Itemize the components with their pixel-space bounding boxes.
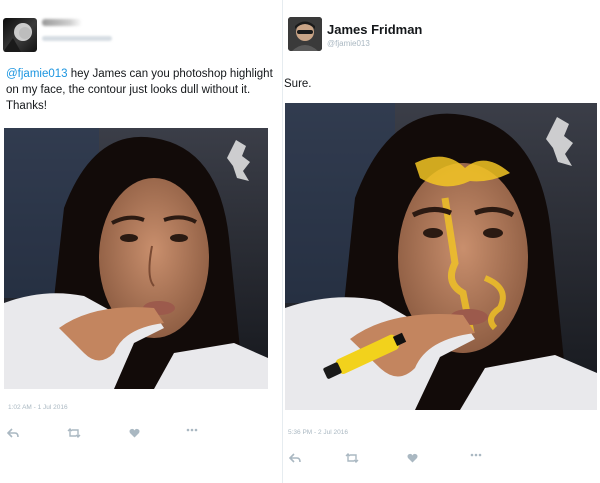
mention-link[interactable]: @fjamie013: [6, 68, 68, 80]
blurred-display-name: [42, 19, 82, 26]
tweet-text: Sure.: [284, 78, 312, 90]
retweet-icon[interactable]: [67, 428, 81, 438]
avatar[interactable]: [288, 17, 322, 51]
more-icon[interactable]: [470, 453, 482, 457]
reply-icon[interactable]: [7, 428, 19, 438]
reply-icon[interactable]: [289, 453, 301, 463]
tweet-photo[interactable]: [285, 103, 597, 410]
original-tweet: @fjamie013 hey James can you photoshop h…: [0, 0, 283, 483]
tweet-photo[interactable]: [4, 128, 268, 389]
retweet-icon[interactable]: [345, 453, 359, 463]
tweet-timestamp[interactable]: 5:36 PM - 2 Jul 2016: [288, 429, 348, 436]
avatar[interactable]: [3, 18, 37, 52]
display-name[interactable]: James Fridman: [327, 22, 422, 37]
more-icon[interactable]: [186, 428, 198, 432]
like-icon[interactable]: [407, 453, 418, 463]
user-handle[interactable]: @fjamie013: [327, 39, 370, 48]
tweet-timestamp[interactable]: 1:02 AM - 1 Jul 2016: [8, 404, 68, 411]
blurred-handle: [42, 36, 112, 41]
tweet-text: @fjamie013 hey James can you photoshop h…: [6, 66, 276, 114]
reply-tweet: James Fridman @fjamie013 Sure. 5:36 PM -…: [283, 0, 600, 483]
like-icon[interactable]: [129, 428, 140, 438]
